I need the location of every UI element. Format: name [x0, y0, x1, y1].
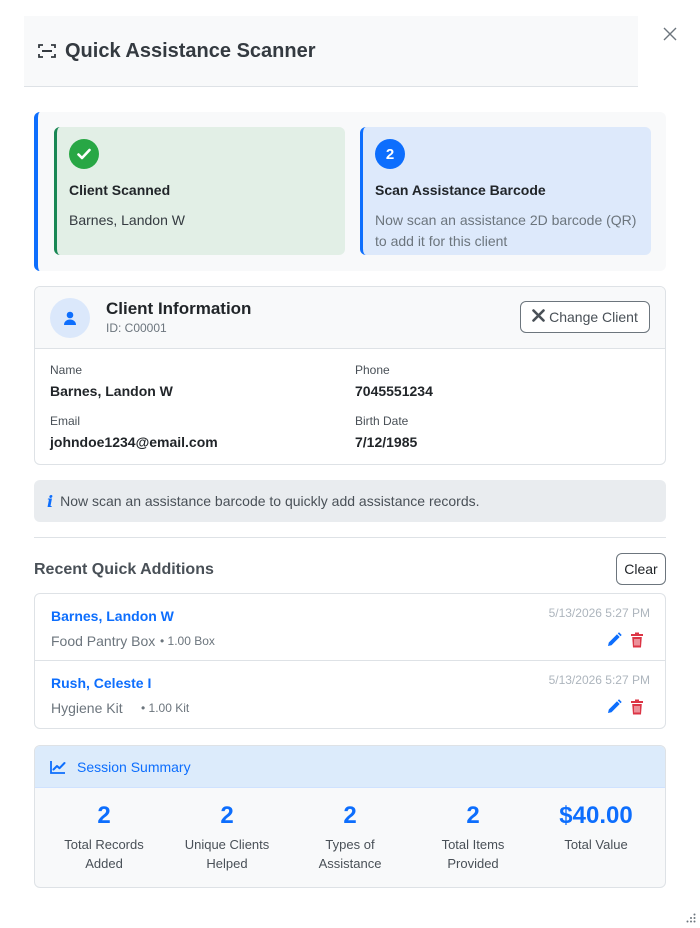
stat-total-items: 2 Total Items Provided: [413, 802, 533, 873]
stat-assistance-types: 2 Types of Assistance: [290, 802, 410, 873]
field-label: Birth Date: [355, 414, 409, 428]
trash-icon[interactable]: [630, 632, 646, 648]
change-client-button[interactable]: Change Client: [520, 301, 650, 333]
assistance-type: Food Pantry Box: [51, 633, 156, 649]
name-field: Name Barnes, Landon W: [50, 363, 173, 399]
quantity-value: 1.00 Kit: [148, 701, 190, 715]
client-info-card: Client Information ID: C00001 Change Cli…: [34, 286, 666, 465]
client-name-link[interactable]: Barnes, Landon W: [51, 608, 174, 624]
session-summary-title: Session Summary: [77, 758, 191, 775]
stat-caption: Types of Assistance: [318, 837, 382, 871]
step-number-badge: 2: [375, 139, 405, 169]
stat-value: 2: [97, 802, 111, 829]
quantity-value: 1.00 Box: [167, 634, 215, 648]
stat-caption: Total Records Added: [64, 837, 144, 871]
trash-icon[interactable]: [630, 699, 646, 715]
field-value: johndoe1234@email.com: [50, 434, 218, 450]
recent-additions-list: Barnes, Landon W 5/13/2026 5:27 PM Food …: [34, 593, 666, 729]
quantity: • 1.00 Box: [160, 634, 215, 648]
client-id: ID: C00001: [106, 321, 167, 335]
quantity: • 1.00 Kit: [141, 701, 190, 715]
stat-unique-clients: 2 Unique Clients Helped: [167, 802, 287, 873]
field-label: Email: [50, 414, 81, 428]
modal-header: Quick Assistance Scanner: [24, 16, 638, 87]
step-title: Scan Assistance Barcode: [375, 182, 546, 198]
timestamp: 5/13/2026 5:27 PM: [548, 606, 650, 620]
client-info-title: Client Information: [106, 299, 252, 318]
step-scan-barcode: 2 Scan Assistance Barcode Now scan an as…: [360, 127, 651, 255]
close-button[interactable]: [660, 24, 680, 44]
close-icon[interactable]: [663, 27, 677, 41]
stat-caption: Unique Clients Helped: [184, 837, 270, 871]
recent-additions-title: Recent Quick Additions: [34, 561, 214, 578]
client-name-link[interactable]: Rush, Celeste I: [51, 675, 151, 691]
stat-value: 2: [220, 802, 234, 829]
scan-steps: Client Scanned Barnes, Landon W 2 Scan A…: [34, 112, 666, 271]
stat-value: $40.00: [559, 802, 633, 829]
info-alert: i Now scan an assistance barcode to quic…: [34, 480, 666, 522]
summary-stats: 2 Total Records Added 2 Unique Clients Hel…: [35, 788, 665, 887]
step-body: Barnes, Landon W: [69, 212, 185, 228]
resize-handle-icon[interactable]: [686, 910, 696, 923]
divider: [34, 537, 666, 538]
user-avatar-icon: [50, 298, 90, 338]
modal-title: Quick Assistance Scanner: [65, 39, 316, 62]
list-item: Barnes, Landon W 5/13/2026 5:27 PM Food …: [35, 594, 665, 661]
quick-scanner-modal: Quick Assistance Scanner Client Scanned …: [0, 0, 700, 924]
stat-total-value: $40.00 Total Value: [536, 802, 656, 854]
phone-field: Phone 7045551234: [355, 363, 433, 399]
field-value: 7/12/1985: [355, 434, 418, 450]
step-body: Now scan an assistance 2D barcode (QR) t…: [375, 212, 637, 249]
info-text: Now scan an assistance barcode to quickl…: [60, 493, 480, 509]
assistance-type: Hygiene Kit: [51, 700, 123, 716]
change-client-label: Change Client: [549, 309, 638, 325]
chart-line-icon: [50, 760, 66, 774]
check-icon: [69, 139, 99, 169]
list-item: Rush, Celeste I 5/13/2026 5:27 PM Hygien…: [35, 661, 665, 728]
client-info-header: Client Information ID: C00001 Change Cli…: [35, 287, 665, 349]
stat-total-records: 2 Total Records Added: [44, 802, 164, 873]
birth-date-field: Birth Date 7/12/1985: [355, 414, 417, 450]
edit-pencil-icon[interactable]: [606, 632, 622, 648]
session-summary-card: Session Summary 2 Total Records Added 2 U…: [34, 745, 666, 888]
field-label: Phone: [355, 363, 390, 377]
session-summary-header: Session Summary: [35, 746, 665, 788]
info-icon: i: [47, 491, 54, 511]
close-icon: [532, 309, 545, 325]
field-label: Name: [50, 363, 83, 377]
stat-value: 2: [466, 802, 480, 829]
barcode-scan-icon: [38, 42, 56, 60]
stat-value: 2: [343, 802, 357, 829]
stat-caption: Total Items Provided: [441, 837, 505, 871]
step-client-scanned: Client Scanned Barnes, Landon W: [54, 127, 345, 255]
stat-caption: Total Value: [564, 837, 628, 852]
field-value: Barnes, Landon W: [50, 383, 173, 399]
clear-button[interactable]: Clear: [616, 553, 666, 585]
field-value: 7045551234: [355, 383, 433, 399]
step-title: Client Scanned: [69, 182, 171, 198]
timestamp: 5/13/2026 5:27 PM: [548, 673, 650, 687]
email-field: Email johndoe1234@email.com: [50, 414, 218, 450]
edit-pencil-icon[interactable]: [606, 699, 622, 715]
